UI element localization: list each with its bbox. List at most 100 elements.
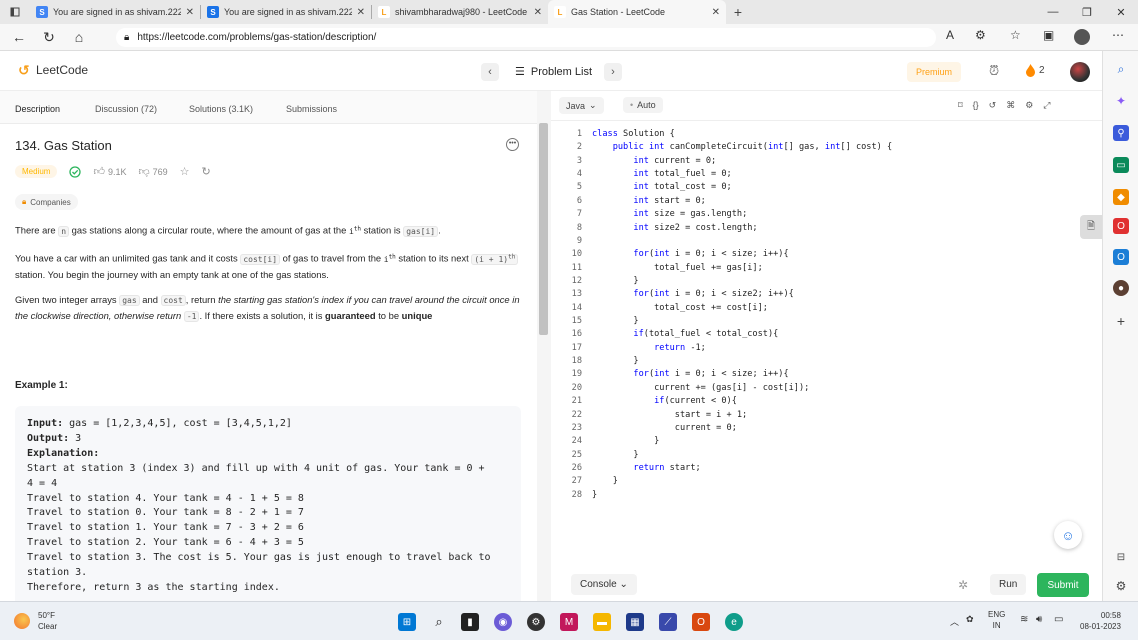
code-line[interactable]: 2 public int canCompleteCircuit(int[] ga… bbox=[551, 141, 1102, 154]
sidebar-toggle-icon[interactable]: ⊟ bbox=[1113, 549, 1129, 565]
search-icon[interactable]: ⌕ bbox=[430, 613, 448, 631]
sparkle-icon[interactable]: ✦ bbox=[1113, 93, 1129, 109]
streak-counter[interactable]: 2 bbox=[1025, 64, 1045, 77]
new-tab-icon[interactable]: + bbox=[726, 4, 750, 20]
settings-icon[interactable]: ⚙ bbox=[1025, 100, 1033, 111]
browser-tab-1[interactable]: S You are signed in as shivam.2226 ✕ bbox=[30, 0, 200, 24]
edge-browser-icon[interactable]: e bbox=[725, 613, 743, 631]
code-line[interactable]: 18 } bbox=[551, 355, 1102, 368]
scrollbar-thumb[interactable] bbox=[539, 123, 548, 335]
favorites-icon[interactable]: ☆ bbox=[1010, 28, 1021, 42]
code-line[interactable]: 28} bbox=[551, 489, 1102, 502]
tools-icon[interactable]: ⚲ bbox=[1113, 125, 1129, 141]
tray-chevron-icon[interactable]: ︿ bbox=[950, 615, 959, 628]
companies-tag[interactable]: 🔒︎ Companies bbox=[15, 194, 78, 210]
shortcut-icon[interactable]: ⌘ bbox=[1006, 100, 1015, 111]
code-line[interactable]: 26 return start; bbox=[551, 462, 1102, 475]
code-line[interactable]: 11 total_fuel += gas[i]; bbox=[551, 262, 1102, 275]
profile-avatar-icon[interactable] bbox=[1074, 29, 1090, 45]
bookmark-icon[interactable]: ⌑ bbox=[958, 100, 963, 111]
dislike-button[interactable]: 👎︎ 769 bbox=[138, 165, 167, 178]
code-line[interactable]: 13 for(int i = 0; i < size2; i++){ bbox=[551, 288, 1102, 301]
chat-icon[interactable]: ◉ bbox=[494, 613, 512, 631]
office-app-icon[interactable]: O bbox=[692, 613, 710, 631]
language-indicator[interactable]: ENG IN bbox=[988, 609, 1005, 631]
task-view-icon[interactable]: ▮ bbox=[461, 613, 479, 631]
alarm-clock-icon[interactable]: ⏰︎ bbox=[989, 63, 999, 79]
code-line[interactable]: 21 if(current < 0){ bbox=[551, 395, 1102, 408]
auto-mode-button[interactable]: • Auto bbox=[623, 97, 663, 113]
debug-icon[interactable]: ✲ bbox=[958, 578, 968, 592]
premium-button[interactable]: Premium bbox=[907, 62, 961, 82]
collections-icon[interactable]: ▣ bbox=[1043, 28, 1054, 42]
user-avatar[interactable] bbox=[1070, 62, 1090, 82]
home-icon[interactable]: ⌂ bbox=[64, 29, 94, 45]
refresh-icon[interactable]: ↻ bbox=[34, 29, 64, 46]
more-options-icon[interactable]: ⋯ bbox=[1112, 28, 1124, 42]
code-line[interactable]: 15 } bbox=[551, 315, 1102, 328]
code-line[interactable]: 1 class Solution { bbox=[551, 128, 1102, 141]
office-icon[interactable]: O bbox=[1113, 218, 1129, 234]
tab-actions-icon[interactable] bbox=[0, 0, 30, 24]
code-line[interactable]: 19 for(int i = 0; i < size; i++){ bbox=[551, 368, 1102, 381]
submit-button[interactable]: Submit bbox=[1037, 573, 1089, 597]
app-icon[interactable]: ● bbox=[1113, 280, 1129, 296]
close-tab-icon[interactable]: ✕ bbox=[534, 7, 542, 18]
tab-discussion[interactable]: Discussion (72) bbox=[95, 104, 157, 114]
code-line[interactable]: 22 start = i + 1; bbox=[551, 409, 1102, 422]
settings-gear-icon[interactable]: ⚙ bbox=[1113, 578, 1129, 594]
tab-submissions[interactable]: Submissions bbox=[286, 104, 337, 114]
feedback-icon[interactable]: ☺ bbox=[1054, 521, 1082, 549]
vscode-app-icon[interactable]: ⟋ bbox=[659, 613, 677, 631]
code-line[interactable]: 23 current = 0; bbox=[551, 422, 1102, 435]
wifi-icon[interactable]: ≋ bbox=[1020, 614, 1028, 625]
volume-icon[interactable]: 🔊︎ bbox=[1036, 614, 1042, 625]
code-line[interactable]: 14 total_cost += cost[i]; bbox=[551, 302, 1102, 315]
close-tab-icon[interactable]: ✕ bbox=[712, 7, 720, 18]
code-line[interactable]: 12 } bbox=[551, 275, 1102, 288]
share-icon[interactable]: ↻ bbox=[202, 165, 211, 178]
braces-icon[interactable]: {} bbox=[973, 100, 979, 111]
code-line[interactable]: 10 for(int i = 0; i < size; i++){ bbox=[551, 248, 1102, 261]
leetcode-logo[interactable]: ↺ LeetCode bbox=[18, 63, 88, 77]
battery-icon[interactable]: ▭ bbox=[1054, 614, 1063, 625]
extensions-icon[interactable]: ⚙ bbox=[975, 28, 986, 42]
code-line[interactable]: 8 int size2 = cost.length; bbox=[551, 222, 1102, 235]
windows-start-icon[interactable]: ⊞ bbox=[398, 613, 416, 631]
description-scrollbar[interactable] bbox=[537, 91, 551, 601]
tray-app-icon[interactable]: ✿ bbox=[966, 614, 974, 625]
weather-widget[interactable]: 50°F Clear bbox=[14, 610, 57, 632]
code-line[interactable]: 25 } bbox=[551, 449, 1102, 462]
shopping-icon[interactable]: ▭ bbox=[1113, 157, 1129, 173]
browser-tab-4-active[interactable]: L Gas Station - LeetCode ✕ bbox=[548, 0, 726, 24]
fullscreen-icon[interactable]: ⤢ bbox=[1043, 100, 1050, 111]
store-icon[interactable]: ▦ bbox=[626, 613, 644, 631]
games-icon[interactable]: ◆ bbox=[1113, 189, 1129, 205]
reset-icon[interactable]: ↺ bbox=[989, 100, 997, 111]
close-tab-icon[interactable]: ✕ bbox=[186, 7, 194, 18]
prev-problem-button[interactable]: ‹ bbox=[481, 63, 499, 81]
like-button[interactable]: 👍︎ 9.1K bbox=[93, 165, 126, 178]
console-button[interactable]: Console ⌄ bbox=[571, 574, 637, 595]
code-line[interactable]: 6 int start = 0; bbox=[551, 195, 1102, 208]
star-icon[interactable]: ☆ bbox=[180, 165, 190, 178]
code-area[interactable]: 1 class Solution {2 public int canComplet… bbox=[551, 128, 1102, 502]
outlook-icon[interactable]: O bbox=[1113, 249, 1129, 265]
read-aloud-icon[interactable]: A bbox=[946, 28, 954, 42]
language-select[interactable]: Java ⌄ bbox=[559, 97, 604, 114]
code-line[interactable]: 16 if(total_fuel < total_cost){ bbox=[551, 328, 1102, 341]
document-icon[interactable]: 🗎︎ bbox=[1080, 215, 1102, 239]
close-window-icon[interactable]: ✕ bbox=[1104, 0, 1138, 24]
code-line[interactable]: 24 } bbox=[551, 435, 1102, 448]
settings-app-icon[interactable]: ⚙ bbox=[527, 613, 545, 631]
code-line[interactable]: 7 int size = gas.length; bbox=[551, 208, 1102, 221]
code-line[interactable]: 9 bbox=[551, 235, 1102, 248]
problem-list-button[interactable]: ☰ Problem List bbox=[515, 65, 592, 79]
code-line[interactable]: 3 int current = 0; bbox=[551, 155, 1102, 168]
add-icon[interactable]: + bbox=[1113, 313, 1129, 329]
browser-tab-2[interactable]: S You are signed in as shivam.2226 ✕ bbox=[201, 0, 371, 24]
run-button[interactable]: Run bbox=[990, 574, 1027, 595]
code-line[interactable]: 27 } bbox=[551, 475, 1102, 488]
next-problem-button[interactable]: › bbox=[604, 63, 622, 81]
back-icon[interactable]: ← bbox=[4, 29, 34, 45]
